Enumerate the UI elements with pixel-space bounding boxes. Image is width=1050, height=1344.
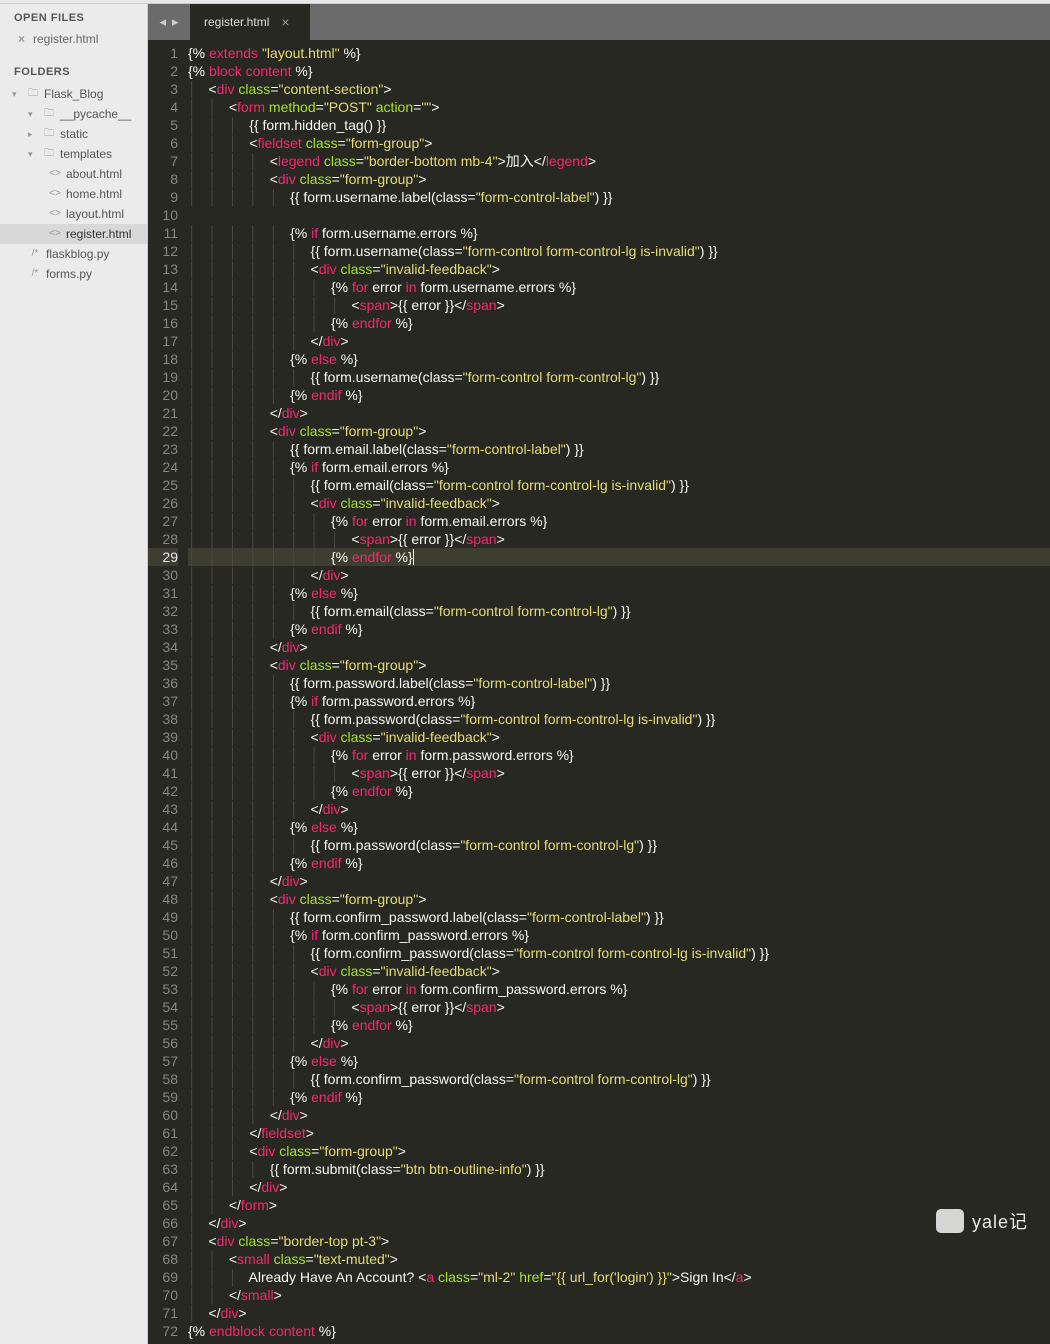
html-file-icon: <> [48, 165, 62, 183]
file-register[interactable]: <>register.html [0, 224, 147, 244]
file-flaskblog[interactable]: /*flaskblog.py [0, 244, 147, 264]
code-view[interactable]: {% extends "layout.html" %}{% block cont… [188, 40, 1050, 1344]
chevron-down-icon: ▾ [28, 105, 38, 123]
folder-icon: 🗀 [42, 125, 56, 143]
sidebar: OPEN FILES register.html FOLDERS ▾🗀Flask… [0, 4, 148, 1344]
wechat-icon [936, 1209, 964, 1233]
folder-static[interactable]: ▸🗀static [0, 124, 147, 144]
tab-register[interactable]: register.html × [190, 4, 310, 40]
tab-label: register.html [204, 15, 269, 29]
py-file-icon: /* [28, 265, 42, 283]
close-icon[interactable]: × [281, 14, 289, 30]
line-gutter: 1234567891011121314151617181920212223242… [148, 40, 188, 1344]
folder-icon: 🗀 [42, 145, 56, 163]
py-file-icon: /* [28, 245, 42, 263]
chevron-down-icon: ▾ [28, 145, 38, 163]
file-forms[interactable]: /*forms.py [0, 264, 147, 284]
chevron-right-icon: ▸ [28, 125, 38, 143]
open-files-heading: OPEN FILES [0, 4, 147, 30]
editor-area: ◂▸ register.html× 1234567891011121314151… [148, 4, 1050, 1344]
html-file-icon: <> [48, 205, 62, 223]
file-about[interactable]: <>about.html [0, 164, 147, 184]
tabbar: ◂▸ register.html× [148, 4, 1050, 40]
chevron-down-icon: ▾ [12, 85, 22, 103]
folder-icon: 🗀 [26, 85, 40, 103]
folder-icon: 🗀 [42, 105, 56, 123]
folder-pycache[interactable]: ▾🗀__pycache__ [0, 104, 147, 124]
nav-arrows[interactable]: ◂▸ [148, 4, 190, 40]
folder-templates[interactable]: ▾🗀templates [0, 144, 147, 164]
file-home[interactable]: <>home.html [0, 184, 147, 204]
html-file-icon: <> [48, 185, 62, 203]
open-file-item[interactable]: register.html [0, 30, 147, 48]
file-layout[interactable]: <>layout.html [0, 204, 147, 224]
folders-heading: FOLDERS [0, 58, 147, 84]
watermark: yale记 [936, 1208, 1028, 1234]
folder-root[interactable]: ▾🗀Flask_Blog [0, 84, 147, 104]
code-area[interactable]: 1234567891011121314151617181920212223242… [148, 40, 1050, 1344]
html-file-icon: <> [48, 225, 62, 243]
arrow-right-icon[interactable]: ▸ [172, 14, 179, 30]
arrow-left-icon[interactable]: ◂ [159, 14, 166, 30]
